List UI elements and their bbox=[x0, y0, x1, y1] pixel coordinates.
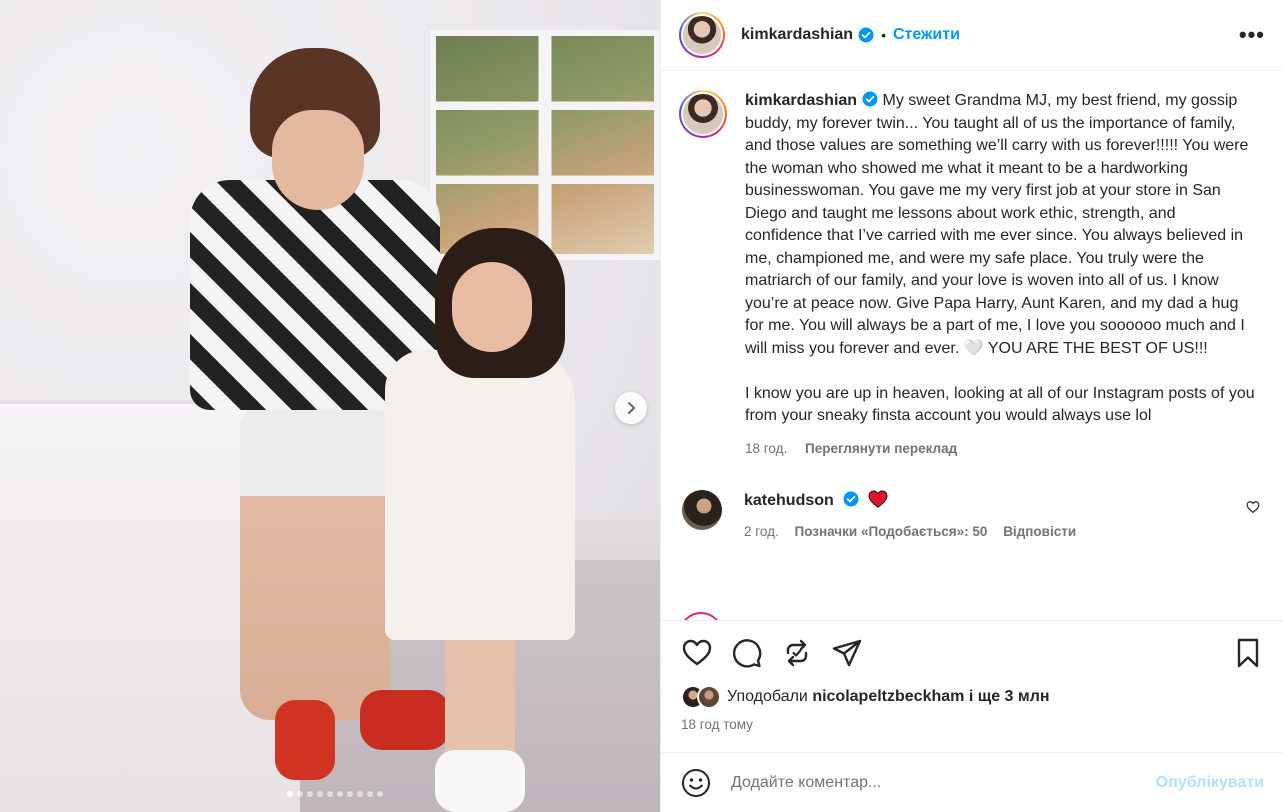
carousel-dot bbox=[287, 791, 293, 797]
red-heart-icon bbox=[868, 490, 888, 508]
posted-ago[interactable]: 18 год тому bbox=[681, 717, 1264, 732]
photo-child-face bbox=[452, 262, 532, 352]
emoji-icon[interactable] bbox=[681, 768, 711, 798]
likes-prefix: Уподобали bbox=[727, 688, 808, 705]
carousel-dot bbox=[317, 791, 323, 797]
caption-meta: 18 год. Переглянути переклад bbox=[745, 438, 1255, 461]
verified-icon bbox=[858, 27, 874, 43]
comment-likes[interactable]: Позначки «Подобається»: 50 bbox=[795, 524, 988, 539]
caption-time[interactable]: 18 год. bbox=[745, 441, 787, 456]
commenter-username[interactable]: katehudson bbox=[744, 492, 834, 509]
reply-button[interactable]: Відповісти bbox=[1003, 524, 1076, 539]
carousel-dot bbox=[347, 791, 353, 797]
carousel-dots bbox=[0, 791, 660, 797]
caption-username[interactable]: kimkardashian bbox=[745, 92, 857, 109]
next-slide-button[interactable] bbox=[615, 392, 647, 424]
photo-woman-legs bbox=[240, 400, 390, 720]
separator: • bbox=[881, 27, 886, 43]
carousel-dot bbox=[307, 791, 313, 797]
post-actions: Уподобали nicolapeltzbeckham і ще 3 млн … bbox=[661, 620, 1283, 732]
carousel-dot bbox=[357, 791, 363, 797]
heart-icon[interactable] bbox=[681, 637, 713, 669]
likes-summary: Уподобали nicolapeltzbeckham і ще 3 млн bbox=[681, 685, 1264, 709]
photo-red-shoe bbox=[275, 700, 335, 780]
comment-time[interactable]: 2 год. bbox=[744, 524, 779, 539]
post-header: kimkardashian • Стежити ••• bbox=[661, 0, 1283, 71]
carousel-dot bbox=[337, 791, 343, 797]
avatar[interactable] bbox=[679, 90, 727, 138]
post-photo[interactable] bbox=[0, 0, 660, 812]
comments-section[interactable]: kimkardashian My sweet Grandma MJ, my be… bbox=[661, 72, 1283, 620]
likes-suffix[interactable]: і ще 3 млн bbox=[969, 688, 1050, 705]
caption-body: kimkardashian My sweet Grandma MJ, my be… bbox=[745, 90, 1255, 428]
photo-child-socks bbox=[435, 750, 525, 812]
action-icons bbox=[681, 637, 1264, 669]
comment-icon[interactable] bbox=[731, 637, 763, 669]
next-comment-avatar[interactable] bbox=[679, 612, 723, 620]
comment-meta: 2 год. Позначки «Подобається»: 50 Відпов… bbox=[744, 524, 1088, 539]
caption: kimkardashian My sweet Grandma MJ, my be… bbox=[679, 90, 1266, 460]
carousel-dot bbox=[327, 791, 333, 797]
publish-button[interactable]: Опублікувати bbox=[1156, 774, 1264, 792]
more-icon[interactable]: ••• bbox=[1239, 22, 1265, 48]
header-username[interactable]: kimkardashian bbox=[741, 26, 853, 44]
commenter-avatar[interactable] bbox=[682, 490, 722, 530]
follow-button[interactable]: Стежити bbox=[893, 26, 960, 44]
chevron-right-icon bbox=[628, 402, 635, 414]
comment-input[interactable] bbox=[731, 773, 1156, 792]
verified-icon bbox=[843, 491, 859, 507]
share-icon[interactable] bbox=[831, 637, 863, 669]
caption-text: My sweet Grandma MJ, my best friend, my … bbox=[745, 92, 1255, 424]
photo-window bbox=[430, 30, 660, 260]
carousel-dot bbox=[367, 791, 373, 797]
avatar[interactable] bbox=[679, 12, 725, 58]
heart-icon[interactable] bbox=[1246, 500, 1260, 514]
photo-woman-face bbox=[272, 110, 364, 210]
post-side-panel: kimkardashian • Стежити ••• kimkardashia… bbox=[660, 0, 1283, 812]
translate-link[interactable]: Переглянути переклад bbox=[805, 441, 957, 456]
bookmark-icon[interactable] bbox=[1232, 637, 1264, 669]
photo-red-shoe bbox=[360, 690, 450, 750]
comment-item: katehudson 2 год. Позначки «Подобається»… bbox=[679, 490, 1266, 539]
carousel-dot bbox=[297, 791, 303, 797]
liker-avatar[interactable] bbox=[697, 685, 721, 709]
add-comment-bar: Опублікувати bbox=[661, 752, 1283, 812]
photo-child-dress bbox=[385, 350, 575, 640]
likes-user[interactable]: nicolapeltzbeckham bbox=[812, 688, 964, 705]
likes-text: Уподобали nicolapeltzbeckham і ще 3 млн bbox=[727, 688, 1050, 706]
carousel-dot bbox=[377, 791, 383, 797]
repost-icon[interactable] bbox=[781, 637, 813, 669]
verified-icon bbox=[862, 91, 878, 107]
